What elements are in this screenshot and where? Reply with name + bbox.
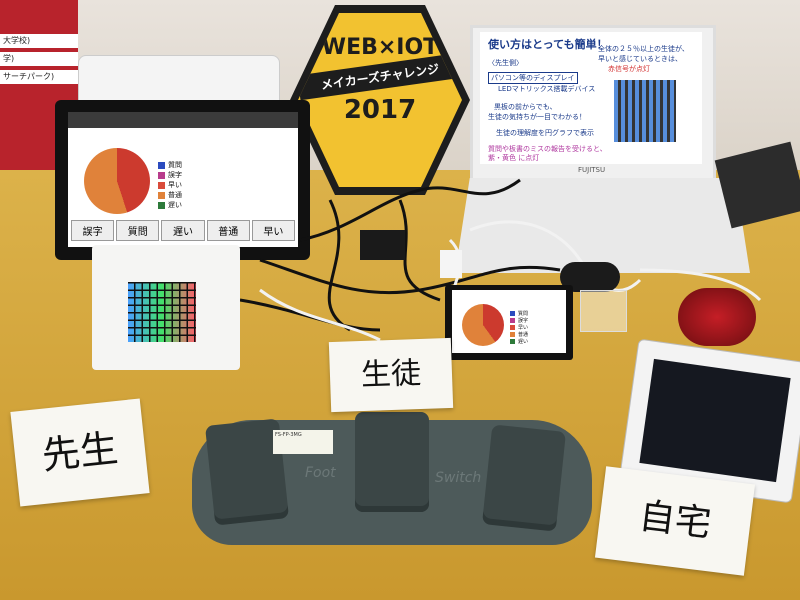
card-student: 生徒: [328, 337, 454, 413]
laptop-text: 生徒の気持ちが一目でわかる！: [488, 113, 586, 121]
poster-line: サーチパーク): [0, 70, 78, 84]
laptop-brand: FUJITSU: [578, 166, 606, 174]
laptop-text: 黒板の前からでも、: [494, 103, 557, 111]
slow-button[interactable]: 遅い: [161, 220, 205, 241]
laptop-slide-title: 使い方はとっても簡単！: [488, 38, 608, 51]
led-matrix-image: [614, 80, 676, 142]
feedback-button-row: 誤字 質問 遅い 普通 早い: [70, 220, 296, 241]
question-button[interactable]: 質問: [116, 220, 160, 241]
small-pie-chart: [462, 304, 504, 346]
legend-item: 誤字: [158, 170, 182, 180]
red-mouse: [678, 288, 756, 346]
laptop-text: パソコン等のディスプレイ: [488, 72, 578, 84]
pie-legend: 質問 誤字 早い 普通 遅い: [158, 160, 182, 210]
legend-item: 普通: [158, 190, 182, 200]
laptop-text: 早いと感じているときは、: [598, 55, 682, 63]
tablet-screen: [639, 358, 791, 483]
typo-button[interactable]: 誤字: [71, 220, 115, 241]
fast-button[interactable]: 早い: [251, 220, 296, 241]
laptop-keyboard: [455, 178, 750, 273]
middle-pedal: [355, 412, 429, 512]
legend-item: 普通: [510, 331, 528, 338]
legend-item: 早い: [510, 324, 528, 331]
legend-item: 誤字: [510, 317, 528, 324]
legend-item: 質問: [158, 160, 182, 170]
pie-chart: [84, 148, 150, 214]
laptop-text: 全体の２５％以上の生徒が、: [598, 45, 689, 53]
legend-item: 遅い: [158, 200, 182, 210]
card-teacher: 先生: [10, 398, 150, 507]
legend-item: 遅い: [510, 338, 528, 345]
laptop-text: 紫・黄色 に点灯: [488, 154, 540, 162]
poster-line: 学): [0, 52, 78, 66]
normal-button[interactable]: 普通: [206, 220, 250, 241]
legend-item: 質問: [510, 310, 528, 317]
right-pedal: [481, 424, 567, 532]
clear-case: [580, 290, 627, 332]
laptop-text: LEDマトリックス搭載デバイス: [498, 85, 596, 93]
foot-switch-label: FS-FP-3MG: [273, 430, 333, 454]
sign-year: 2017: [343, 95, 417, 125]
poster-line: 大学校): [0, 34, 78, 48]
legend-item: 早い: [158, 180, 182, 190]
card-home: 自宅: [594, 466, 756, 576]
small-pie-legend: 質問 誤字 早い 普通 遅い: [510, 310, 528, 345]
laptop-text: 生徒の理解度を円グラフで表示: [496, 129, 594, 137]
led-matrix: [128, 282, 196, 342]
foot-switch-text: Switch: [435, 470, 482, 486]
laptop-text: 〈先生側〉: [488, 59, 523, 67]
browser-toolbar: [68, 112, 298, 128]
laptop-text: 赤信号が点灯: [608, 65, 650, 73]
foot-switch-text: Foot: [305, 465, 336, 481]
